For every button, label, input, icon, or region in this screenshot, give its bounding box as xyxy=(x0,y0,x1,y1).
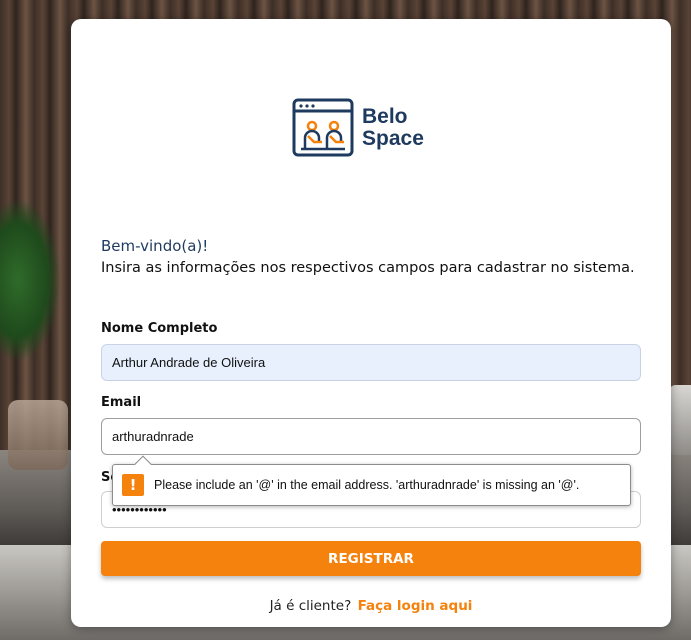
background-plant xyxy=(0,200,60,360)
belo-space-logo-icon xyxy=(292,98,354,157)
logo: Belo Space xyxy=(292,98,424,158)
validation-message: Please include an '@' in the email addre… xyxy=(154,478,580,492)
brand-line-2: Space xyxy=(362,127,424,150)
name-label: Nome Completo xyxy=(101,321,218,336)
login-link[interactable]: Faça login aqui xyxy=(358,598,473,614)
brand-name: Belo Space xyxy=(362,106,424,150)
name-field[interactable] xyxy=(101,344,641,381)
email-label: Email xyxy=(101,395,142,410)
email-field[interactable] xyxy=(101,418,641,455)
validation-tooltip: ! Please include an '@' in the email add… xyxy=(112,455,631,506)
register-card: Belo Space Bem-vindo(a)! Insira as infor… xyxy=(71,19,671,627)
background-chair xyxy=(8,400,68,470)
register-button[interactable]: REGISTRAR xyxy=(101,541,641,576)
welcome-heading: Bem-vindo(a)! xyxy=(101,237,209,255)
brand-line-1: Belo xyxy=(362,105,408,128)
login-prompt: Já é cliente? Faça login aqui xyxy=(71,598,671,614)
login-prompt-text: Já é cliente? xyxy=(269,598,352,614)
warning-icon: ! xyxy=(122,474,144,496)
subtitle-text: Insira as informações nos respectivos ca… xyxy=(101,260,635,276)
background-chair xyxy=(668,385,691,455)
